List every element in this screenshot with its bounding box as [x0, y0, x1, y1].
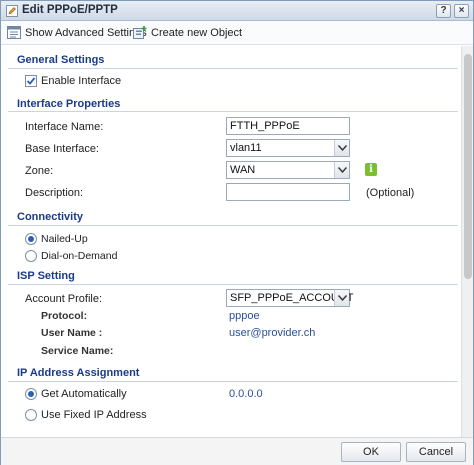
user-name-value: user@provider.ch	[229, 327, 316, 339]
section-divider	[8, 68, 458, 69]
base-interface-select[interactable]: vlan11	[226, 139, 350, 157]
ip-assignment-heading: IP Address Assignment	[17, 367, 140, 379]
account-profile-label: Account Profile:	[25, 293, 103, 305]
create-object-icon	[133, 26, 147, 39]
info-icon[interactable]: i	[365, 163, 377, 176]
zone-select[interactable]: WAN	[226, 161, 350, 179]
create-object-label: Create new Object	[151, 26, 243, 39]
create-new-object-button[interactable]: Create new Object	[133, 26, 242, 39]
edit-pppoe-dialog: Edit PPPoE/PPTP ? × Show Advanced Settin…	[0, 0, 474, 465]
settings-list-icon	[7, 26, 21, 39]
enable-interface-label: Enable Interface	[41, 75, 122, 87]
user-name-label: User Name :	[41, 327, 103, 339]
chevron-down-icon	[338, 167, 347, 173]
dialog-title: Edit PPPoE/PPTP	[22, 4, 118, 16]
show-advanced-label: Show Advanced Settings	[25, 26, 147, 39]
interface-name-input[interactable]	[226, 117, 350, 135]
dropdown-arrow[interactable]	[334, 290, 349, 306]
nailed-up-radio[interactable]	[25, 233, 37, 245]
get-automatically-label: Get Automatically	[41, 388, 127, 400]
checkmark-icon	[26, 77, 36, 85]
get-automatically-radio[interactable]	[25, 388, 37, 400]
account-profile-select[interactable]: SFP_PPPoE_ACCOUNT	[226, 289, 353, 307]
interface-name-label: Interface Name:	[25, 121, 104, 133]
nailed-up-label: Nailed-Up	[41, 233, 88, 245]
section-divider	[8, 284, 458, 285]
title-bar[interactable]: Edit PPPoE/PPTP ? ×	[1, 1, 473, 21]
vertical-scrollbar[interactable]	[461, 46, 473, 437]
dial-on-demand-radio[interactable]	[25, 250, 37, 262]
base-interface-label: Base Interface:	[25, 143, 99, 155]
edit-pencil-icon	[6, 5, 18, 17]
isp-setting-heading: ISP Setting	[17, 270, 75, 282]
optional-hint: (Optional)	[366, 187, 415, 199]
chevron-down-icon	[338, 145, 347, 151]
dialog-footer: OK Cancel	[1, 437, 473, 465]
toolbar: Show Advanced Settings Create new Object	[1, 21, 473, 45]
interface-properties-heading: Interface Properties	[17, 98, 121, 110]
protocol-label: Protocol:	[41, 310, 88, 322]
connectivity-heading: Connectivity	[17, 211, 84, 223]
close-button[interactable]: ×	[454, 4, 469, 18]
base-interface-value: vlan11	[230, 142, 262, 154]
enable-interface-checkbox[interactable]	[25, 75, 37, 87]
show-advanced-settings-button[interactable]: Show Advanced Settings	[7, 26, 147, 39]
service-name-label: Service Name:	[41, 345, 114, 357]
dialog-content: General Settings Enable Interface Interf…	[1, 46, 461, 437]
cancel-button[interactable]: Cancel	[406, 442, 466, 462]
dial-on-demand-label: Dial-on-Demand	[41, 250, 118, 262]
zone-label: Zone:	[25, 165, 54, 177]
description-label: Description:	[25, 187, 84, 199]
ok-button[interactable]: OK	[341, 442, 401, 462]
scrollbar-thumb[interactable]	[464, 54, 472, 279]
auto-ip-value: 0.0.0.0	[229, 388, 263, 400]
fixed-ip-label: Use Fixed IP Address	[41, 409, 147, 421]
dropdown-arrow[interactable]	[334, 162, 349, 178]
section-divider	[8, 111, 458, 112]
section-divider	[8, 225, 458, 226]
section-divider	[8, 381, 458, 382]
description-input[interactable]	[226, 183, 350, 201]
chevron-down-icon	[338, 295, 347, 301]
help-button[interactable]: ?	[436, 4, 451, 18]
dropdown-arrow[interactable]	[334, 140, 349, 156]
protocol-value: pppoe	[229, 310, 260, 322]
fixed-ip-radio[interactable]	[25, 409, 37, 421]
general-settings-heading: General Settings	[17, 54, 105, 66]
zone-value: WAN	[230, 164, 256, 176]
